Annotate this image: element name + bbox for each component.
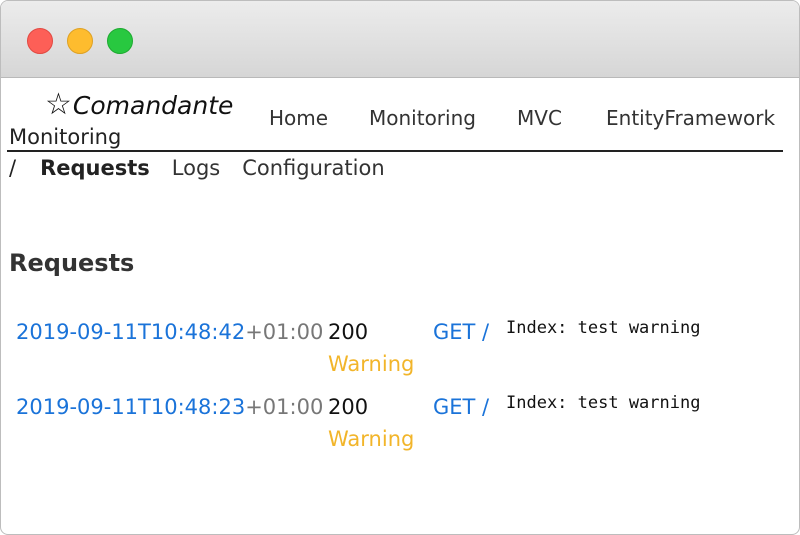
request-time: 2019-09-11T10:48:23: [16, 395, 246, 419]
maximize-window-button[interactable]: [107, 28, 133, 54]
brand-link[interactable]: ☆ Comandante: [45, 90, 233, 120]
request-row: 2019-09-11T10:48:23+01:00 200 Warning GE…: [16, 393, 786, 463]
nav-monitoring[interactable]: Monitoring: [369, 106, 476, 130]
request-timezone: +01:00: [245, 320, 324, 344]
nav-mvc[interactable]: MVC: [517, 106, 562, 130]
subnav-requests[interactable]: Requests: [40, 156, 150, 180]
breadcrumb-root: Monitoring: [9, 125, 122, 149]
request-method-link[interactable]: GET /: [433, 395, 489, 419]
request-level: Warning: [328, 427, 415, 451]
sub-navigation: / Requests Logs Configuration: [9, 156, 407, 180]
request-level: Warning: [328, 352, 415, 376]
request-status: 200: [328, 320, 369, 344]
navbar: ☆ Comandante Home Monitoring MVC EntityF…: [7, 78, 783, 152]
request-message: Index: test warning: [506, 318, 701, 338]
request-message: Index: test warning: [506, 393, 701, 413]
request-time-link[interactable]: 2019-09-11T10:48:23+01:00: [16, 395, 323, 419]
request-status: 200: [328, 395, 369, 419]
nav-home[interactable]: Home: [269, 106, 328, 130]
minimize-window-button[interactable]: [67, 28, 93, 54]
nav-entityframework[interactable]: EntityFramework: [606, 106, 775, 130]
section-title: Requests: [9, 249, 135, 277]
subnav-configuration[interactable]: Configuration: [242, 156, 384, 180]
request-timezone: +01:00: [245, 395, 324, 419]
request-method-link[interactable]: GET /: [433, 320, 489, 344]
subnav-logs[interactable]: Logs: [172, 156, 220, 180]
breadcrumb-separator: /: [9, 156, 17, 180]
brand-name: Comandante: [72, 90, 234, 120]
star-icon: ☆: [45, 87, 72, 122]
close-window-button[interactable]: [27, 28, 53, 54]
browser-window: ☆ Comandante Home Monitoring MVC EntityF…: [0, 0, 800, 535]
title-bar: [1, 1, 799, 78]
request-time: 2019-09-11T10:48:42: [16, 320, 246, 344]
request-row: 2019-09-11T10:48:42+01:00 200 Warning GE…: [16, 318, 786, 388]
request-time-link[interactable]: 2019-09-11T10:48:42+01:00: [16, 320, 323, 344]
